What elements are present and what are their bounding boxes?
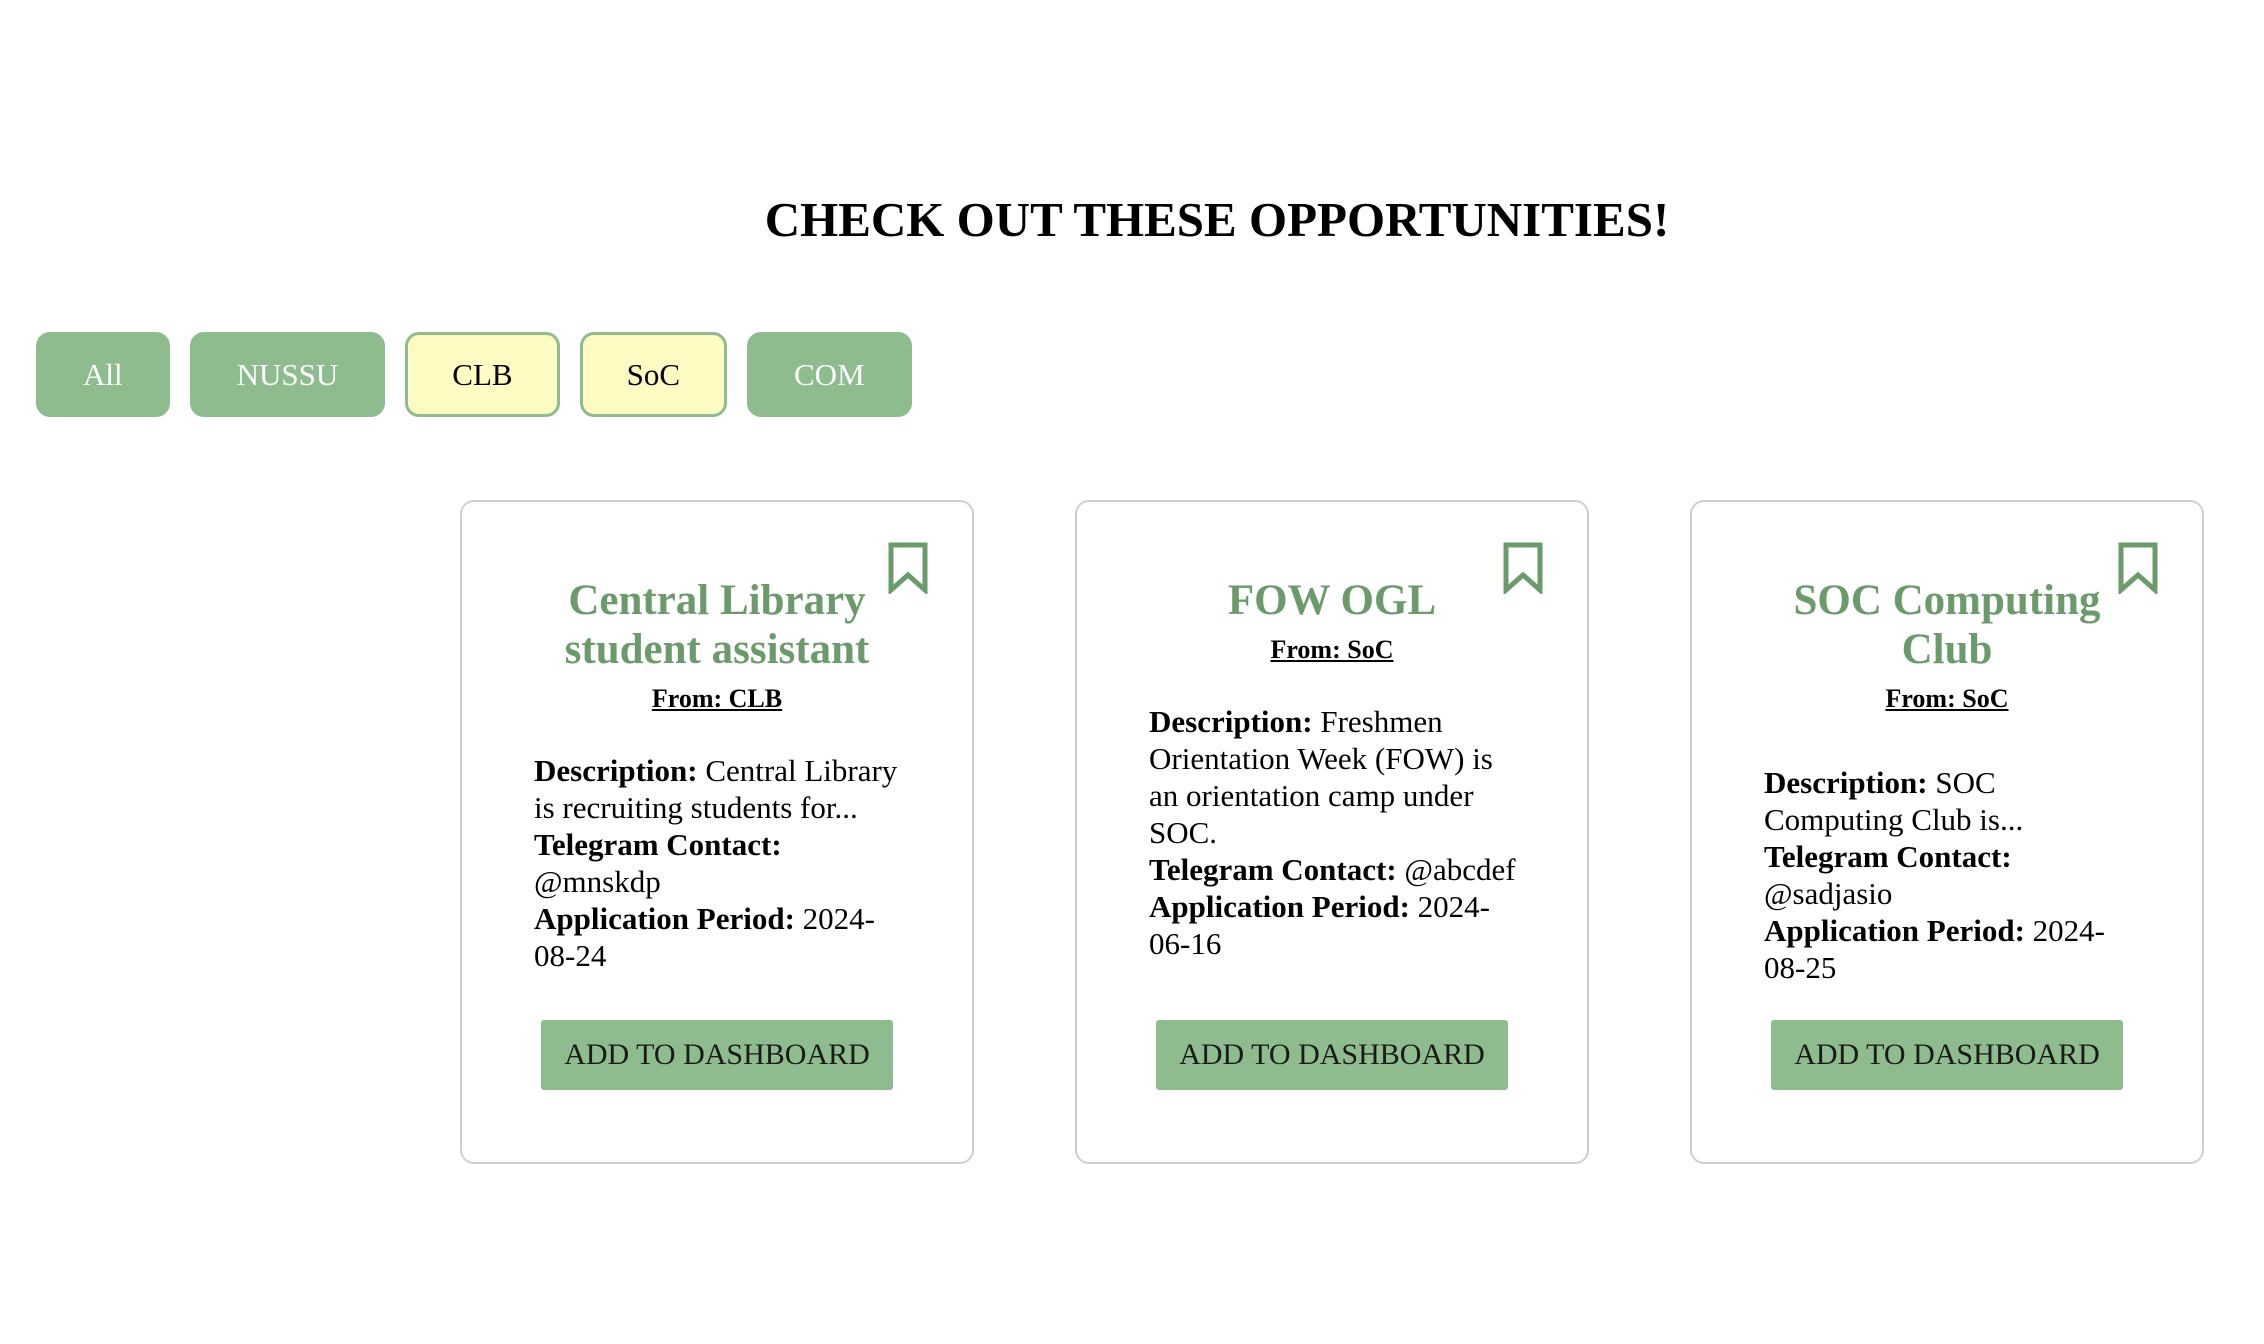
card-details: Description: SOC Computing Club is... Te… <box>1764 764 2134 986</box>
opportunity-card: SOC Computing Club From: SoC Description… <box>1690 500 2204 1164</box>
card-title: Central Library student assistant <box>564 577 870 673</box>
application-period-label: Application Period: <box>534 901 795 936</box>
filter-com-button[interactable]: COM <box>747 332 912 417</box>
application-period-label: Application Period: <box>1149 889 1410 924</box>
card-title: SOC Computing Club <box>1793 577 2101 673</box>
filter-clb-button[interactable]: CLB <box>405 332 560 417</box>
card-details: Description: Central Library is recruiti… <box>534 752 904 974</box>
description-label: Description: <box>534 753 698 788</box>
telegram-contact: @mnskdp <box>534 864 661 899</box>
opportunity-card: FOW OGL From: SoC Description: Freshmen … <box>1075 500 1589 1164</box>
telegram-contact: @sadjasio <box>1764 876 1893 911</box>
opportunity-card-list: Central Library student assistant From: … <box>460 500 2204 1164</box>
description-label: Description: <box>1764 765 1928 800</box>
telegram-label: Telegram Contact: <box>1149 852 1397 887</box>
filter-soc-button[interactable]: SoC <box>579 332 727 417</box>
opportunities-page: CHECK OUT THESE OPPORTUNITIES! All NUSSU… <box>0 0 2264 1344</box>
card-details: Description: Freshmen Orientation Week (… <box>1149 703 1519 962</box>
page-title: CHECK OUT THESE OPPORTUNITIES! <box>764 192 1670 247</box>
add-to-dashboard-button[interactable]: ADD TO DASHBOARD <box>541 1020 893 1090</box>
opportunity-card: Central Library student assistant From: … <box>460 500 974 1164</box>
filter-nussu-button[interactable]: NUSSU <box>189 332 386 417</box>
add-to-dashboard-button[interactable]: ADD TO DASHBOARD <box>1771 1020 2123 1090</box>
description-label: Description: <box>1149 704 1313 739</box>
card-source: From: SoC <box>1885 684 2009 713</box>
telegram-label: Telegram Contact: <box>1764 839 2012 874</box>
telegram-contact: @abcdef <box>1396 852 1516 887</box>
card-source: From: CLB <box>651 684 783 713</box>
filter-bar: All NUSSU CLB SoC COM <box>36 332 912 417</box>
application-period-label: Application Period: <box>1764 913 2025 948</box>
card-title: FOW OGL <box>1227 577 1437 624</box>
filter-all-button[interactable]: All <box>36 332 170 417</box>
telegram-label: Telegram Contact: <box>534 827 782 862</box>
card-source: From: SoC <box>1270 635 1394 664</box>
add-to-dashboard-button[interactable]: ADD TO DASHBOARD <box>1156 1020 1508 1090</box>
